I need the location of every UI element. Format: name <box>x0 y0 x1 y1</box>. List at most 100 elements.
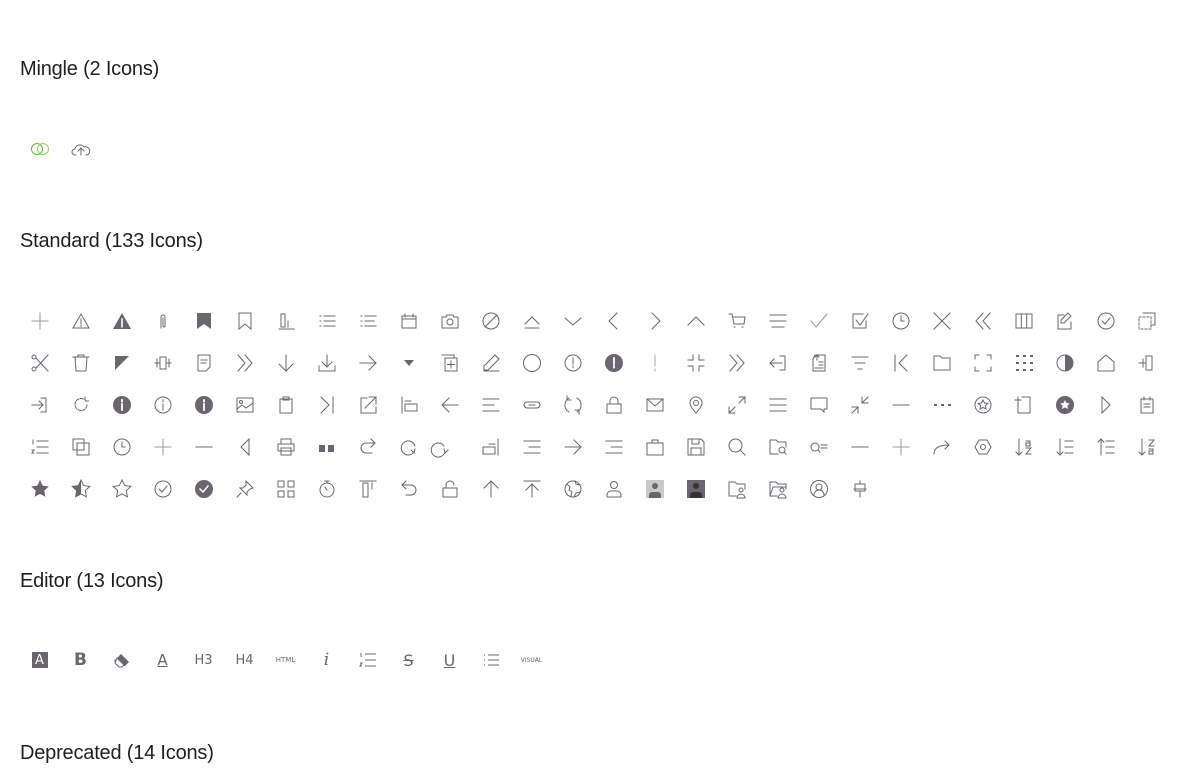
standard-icon-tile-note[interactable] <box>183 342 224 384</box>
standard-icon-tile-arrow-down[interactable] <box>265 342 306 384</box>
standard-icon-tile-external-link[interactable] <box>347 384 388 426</box>
editor-icon-tile-strikethrough[interactable]: S <box>388 639 429 681</box>
standard-icon-tile-minus-thin[interactable] <box>183 426 224 468</box>
standard-icon-tile-sort-z-a[interactable] <box>1126 426 1167 468</box>
standard-icon-tile-circle[interactable] <box>511 342 552 384</box>
standard-icon-tile-last-page[interactable] <box>306 384 347 426</box>
standard-icon-tile-avatar-dark[interactable] <box>675 468 716 510</box>
editor-icon-tile-html[interactable]: HTML <box>265 639 306 681</box>
standard-icon-tile-exclamation[interactable] <box>634 342 675 384</box>
standard-icon-tile-user[interactable] <box>593 468 634 510</box>
standard-icon-tile-star-circle-filled[interactable] <box>1044 384 1085 426</box>
standard-icon-tile-play[interactable] <box>1085 384 1126 426</box>
standard-icon-tile-copy[interactable] <box>60 426 101 468</box>
standard-icon-tile-menu-lines[interactable] <box>757 384 798 426</box>
standard-icon-tile-folder[interactable] <box>921 342 962 384</box>
standard-icon-tile-check[interactable] <box>798 300 839 342</box>
standard-icon-tile-minus-alt[interactable] <box>839 426 880 468</box>
standard-icon-tile-home[interactable] <box>1085 342 1126 384</box>
standard-icon-tile-refresh[interactable] <box>60 384 101 426</box>
standard-icon-tile-edit[interactable] <box>1044 300 1085 342</box>
standard-icon-tile-warning[interactable] <box>60 300 101 342</box>
standard-icon-tile-link[interactable] <box>511 384 552 426</box>
standard-icon-tile-grid-dots[interactable] <box>1003 342 1044 384</box>
standard-icon-tile-upload[interactable] <box>511 468 552 510</box>
standard-icon-tile-chevron-up[interactable] <box>675 300 716 342</box>
standard-icon-tile-exclamation-circle[interactable] <box>552 342 593 384</box>
standard-icon-tile-check-circle-filled[interactable] <box>183 468 224 510</box>
standard-icon-tile-caret-left[interactable] <box>224 426 265 468</box>
standard-icon-tile-folder-search[interactable] <box>757 426 798 468</box>
standard-icon-tile-cut[interactable] <box>19 342 60 384</box>
standard-icon-tile-arrow-right-thin[interactable] <box>552 426 593 468</box>
standard-icon-tile-calendar[interactable] <box>388 300 429 342</box>
standard-icon-tile-clock[interactable] <box>880 300 921 342</box>
standard-icon-tile-first-page[interactable] <box>880 342 921 384</box>
standard-icon-tile-new-document[interactable] <box>1003 384 1044 426</box>
standard-icon-tile-redo[interactable] <box>347 426 388 468</box>
standard-icon-tile-pencil[interactable] <box>470 342 511 384</box>
standard-icon-tile-expand[interactable] <box>716 384 757 426</box>
standard-icon-tile-copy-dashed[interactable] <box>1126 300 1167 342</box>
standard-icon-tile-search[interactable] <box>716 426 757 468</box>
standard-icon-tile-rotate-right[interactable] <box>388 426 429 468</box>
standard-icon-tile-info-filled[interactable] <box>101 384 142 426</box>
mingle-icon-tile-mingle-logo[interactable] <box>19 128 60 170</box>
standard-icon-tile-notes[interactable] <box>1126 384 1167 426</box>
standard-icon-tile-briefcase[interactable] <box>634 426 675 468</box>
standard-icon-tile-align-center[interactable] <box>839 468 880 510</box>
editor-icon-tile-ordered-list[interactable] <box>347 639 388 681</box>
standard-icon-tile-bookmark[interactable] <box>224 300 265 342</box>
standard-icon-tile-star-half[interactable] <box>60 468 101 510</box>
standard-icon-tile-cart[interactable] <box>716 300 757 342</box>
standard-icon-tile-chart-bar[interactable] <box>265 300 306 342</box>
standard-icon-tile-align-bottom-left[interactable] <box>388 384 429 426</box>
editor-icon-tile-heading-4[interactable]: H4 <box>224 639 265 681</box>
standard-icon-tile-plus[interactable] <box>19 300 60 342</box>
standard-icon-tile-columns[interactable] <box>1003 300 1044 342</box>
editor-icon-tile-text-color[interactable]: A <box>142 639 183 681</box>
standard-icon-tile-info-filled-alt[interactable] <box>183 384 224 426</box>
standard-icon-tile-location[interactable] <box>675 384 716 426</box>
standard-icon-tile-mail[interactable] <box>634 384 675 426</box>
standard-icon-tile-arrow-right[interactable] <box>347 342 388 384</box>
editor-icon-tile-bold[interactable]: B <box>60 639 101 681</box>
standard-icon-tile-double-chevron-right[interactable] <box>224 342 265 384</box>
standard-icon-tile-align-top[interactable] <box>347 468 388 510</box>
standard-icon-tile-double-chevron-left[interactable] <box>962 300 1003 342</box>
standard-icon-tile-check-circle[interactable] <box>1085 300 1126 342</box>
standard-icon-tile-grid[interactable] <box>265 468 306 510</box>
standard-icon-tile-globe[interactable] <box>552 468 593 510</box>
standard-icon-tile-duplicate[interactable] <box>429 342 470 384</box>
standard-icon-tile-arrow-left[interactable] <box>429 384 470 426</box>
standard-icon-tile-sort-a-z[interactable] <box>1003 426 1044 468</box>
standard-icon-tile-chevron-right[interactable] <box>634 300 675 342</box>
standard-icon-tile-avatar-light[interactable] <box>634 468 675 510</box>
standard-icon-tile-list-bulleted-small[interactable] <box>347 300 388 342</box>
standard-icon-tile-search-list[interactable] <box>798 426 839 468</box>
standard-icon-tile-warning-filled[interactable] <box>101 300 142 342</box>
standard-icon-tile-double-chevron-right-thin[interactable] <box>716 342 757 384</box>
editor-icon-tile-italic[interactable]: i <box>306 639 347 681</box>
standard-icon-tile-corner-triangle[interactable] <box>101 342 142 384</box>
standard-icon-tile-share[interactable] <box>921 426 962 468</box>
standard-icon-tile-chevron-down[interactable] <box>552 300 593 342</box>
standard-icon-tile-collapse[interactable] <box>675 342 716 384</box>
standard-icon-tile-ban[interactable] <box>470 300 511 342</box>
standard-icon-tile-checkbox-checked[interactable] <box>839 300 880 342</box>
standard-icon-tile-camera[interactable] <box>429 300 470 342</box>
standard-icon-tile-save[interactable] <box>675 426 716 468</box>
standard-icon-tile-sort-ascending[interactable] <box>1085 426 1126 468</box>
standard-icon-tile-compress-vertical[interactable] <box>142 342 183 384</box>
standard-icon-tile-filter[interactable] <box>839 342 880 384</box>
standard-icon-tile-clock-alt[interactable] <box>101 426 142 468</box>
editor-icon-tile-text-background[interactable]: A <box>19 639 60 681</box>
standard-icon-tile-contrast[interactable] <box>1044 342 1085 384</box>
standard-icon-tile-fullscreen[interactable] <box>962 342 1003 384</box>
standard-icon-tile-sort-descending[interactable] <box>1044 426 1085 468</box>
standard-icon-tile-star[interactable] <box>101 468 142 510</box>
standard-icon-tile-plus-alt[interactable] <box>880 426 921 468</box>
editor-icon-tile-eraser[interactable] <box>101 639 142 681</box>
standard-icon-tile-login[interactable] <box>19 384 60 426</box>
standard-icon-tile-arrow-up[interactable] <box>470 468 511 510</box>
